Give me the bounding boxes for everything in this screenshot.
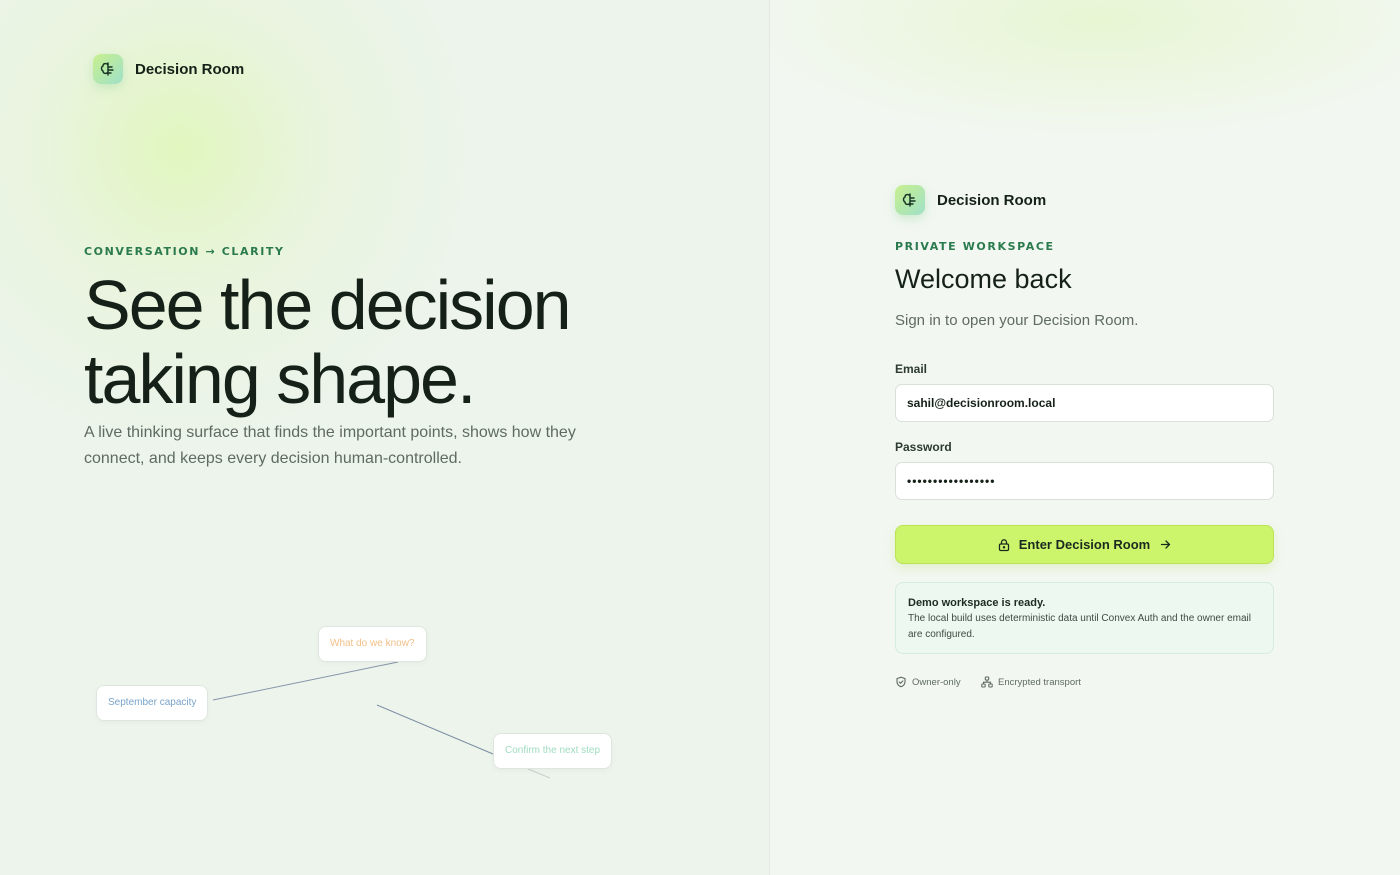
network-icon [981,676,993,688]
enter-room-button[interactable]: Enter Decision Room [895,525,1274,564]
brain-icon [895,185,925,215]
email-field[interactable] [895,384,1274,422]
edge-know-confirm [376,704,494,755]
graph-connections [212,661,551,779]
enter-room-label: Enter Decision Room [1018,537,1151,552]
auth-eyebrow: PRIVATE WORKSPACE [895,240,1055,253]
email-label: Email [895,362,928,376]
auth-panel: Decision Room PRIVATE WORKSPACE Welcome … [770,0,1400,875]
password-label: Password [895,440,952,454]
meta-owner: Owner-only [895,676,961,688]
demo-notice: Demo workspace is ready. The local build… [895,582,1274,654]
password-field[interactable] [895,462,1274,500]
graph-node-label: September capacity [108,697,197,708]
graph-node-label: Confirm the next step [505,745,601,756]
shield-icon [895,676,907,688]
auth-brand: Decision Room [895,185,1046,215]
auth-title: Welcome back [895,264,1072,294]
arrow-right-icon [1159,538,1172,551]
meta-owner-label: Owner-only [912,676,961,688]
edge-confirm-tail [527,768,551,779]
graph-node-confirm-next-step[interactable]: Confirm the next step [493,733,613,769]
graph-node-label: What do we know? [330,638,415,649]
lock-icon [997,538,1011,552]
meta-transport-label: Encrypted transport [998,676,1081,688]
graph-node-september-capacity[interactable]: September capacity [96,685,209,721]
auth-brand-name: Decision Room [937,191,1047,209]
edge-capacity-know [212,661,399,701]
notice-body: The local build uses deterministic data … [908,613,1251,640]
meta-transport: Encrypted transport [981,676,1081,688]
hero-panel: Decision Room CONVERSATION → CLARITY See… [0,0,769,875]
auth-subtitle: Sign in to open your Decision Room. [895,312,1139,329]
graph-node-what-do-we-know[interactable]: What do we know? [318,626,427,662]
notice-title: Demo workspace is ready. [908,597,1046,609]
